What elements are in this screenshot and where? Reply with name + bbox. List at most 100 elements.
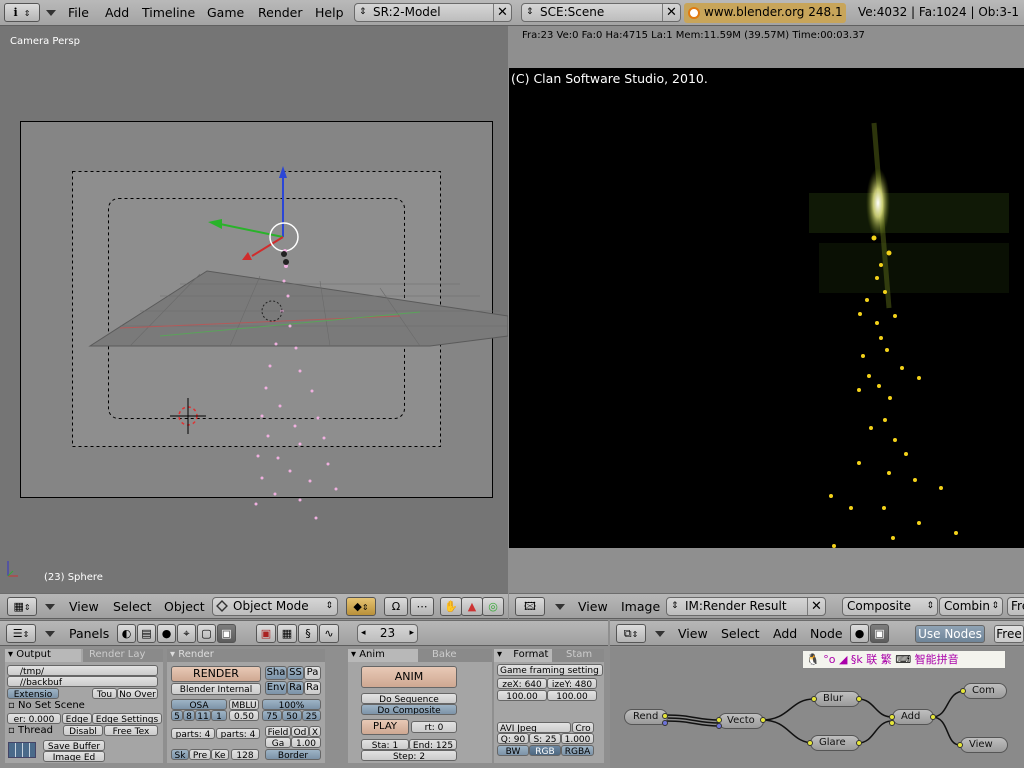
node-editor-icon[interactable]: ⧉⇕ — [616, 624, 646, 643]
node-blur[interactable]: Blur — [814, 691, 860, 707]
editing-context-icon[interactable]: ▢ — [197, 624, 216, 643]
buttons-window-icon[interactable]: ☰⇕ — [6, 624, 36, 643]
no-overwrite-toggle[interactable]: No Over — [117, 688, 158, 699]
frame-next-icon[interactable]: ▸ — [409, 625, 414, 642]
pivot-icon[interactable]: Ω — [384, 597, 408, 616]
rgb-toggle[interactable]: RGB — [529, 745, 561, 756]
disable-toggle[interactable]: Disabl — [63, 725, 103, 736]
anim-sub-icon[interactable]: ▦ — [277, 624, 297, 643]
use-nodes-toggle[interactable]: Use Nodes — [915, 625, 985, 643]
screen-selector[interactable]: ⇕ SR:2-Model ✕ — [354, 3, 512, 22]
layer-icon[interactable]: ⋯ — [410, 597, 434, 616]
render-tab[interactable]: ▾ Render — [167, 649, 325, 662]
do-sequence-toggle[interactable]: Do Sequence — [361, 693, 457, 704]
sky-toggle[interactable]: Sk — [171, 749, 189, 760]
material-nodes-icon[interactable]: ● — [850, 624, 869, 643]
menu-view[interactable]: View — [69, 599, 99, 614]
menu-select[interactable]: Select — [113, 599, 152, 614]
node-socket[interactable] — [716, 723, 722, 729]
osa-toggle[interactable]: OSA — [171, 699, 227, 710]
rotate-manipulator-icon[interactable]: ◎ — [482, 597, 504, 616]
envmap-toggle[interactable]: Env — [265, 681, 287, 695]
fps-field[interactable]: S: 25 — [529, 733, 561, 744]
percent-25[interactable]: 25 — [302, 710, 321, 721]
frame-prev-icon[interactable]: ◂ — [361, 625, 366, 642]
size-x-field[interactable]: zeX: 640 — [497, 678, 547, 689]
hand-icon[interactable]: ✋ — [440, 597, 462, 616]
radiosity-toggle[interactable]: Ra — [304, 681, 321, 695]
gauss-select[interactable]: Ga — [265, 737, 291, 748]
menu-node[interactable]: Node — [810, 626, 843, 641]
info-editor-icon[interactable]: i ⇕ — [4, 3, 40, 22]
size-select[interactable]: 128 — [231, 749, 259, 760]
collapse-arrow-icon[interactable] — [655, 631, 665, 637]
object-context-icon[interactable]: ⌖ — [177, 624, 196, 643]
anim-tab[interactable]: ▾ Anim — [348, 649, 418, 662]
close-icon[interactable]: ✕ — [807, 598, 825, 615]
collapse-arrow-icon[interactable] — [555, 604, 565, 610]
collapse-arrow-icon[interactable] — [45, 631, 55, 637]
collapse-arrow-icon[interactable] — [45, 604, 55, 610]
aspect-x-field[interactable]: 100.00 — [497, 690, 547, 701]
percent-toggle[interactable]: 100% — [262, 699, 321, 710]
image-editor-icon[interactable]: 🖾 — [515, 597, 545, 616]
render-button[interactable]: RENDER — [171, 666, 261, 682]
raytrace-toggle[interactable]: Ra — [287, 681, 304, 695]
shading-context-icon[interactable]: ● — [157, 624, 176, 643]
close-icon[interactable]: ✕ — [662, 4, 680, 21]
frame-counter[interactable]: ◂ 23 ▸ — [357, 624, 418, 643]
save-buffers-toggle[interactable]: Save Buffer — [43, 740, 105, 751]
backbuf-path-field[interactable]: //backbuf — [7, 676, 158, 687]
node-vector-blur[interactable]: Vecto — [718, 713, 764, 729]
collapse-arrow-icon[interactable] — [46, 10, 56, 16]
editor-type-grid-icon[interactable]: ▦⇕ — [7, 597, 37, 616]
edge-intensity-field[interactable]: er: 0.000 — [7, 713, 61, 724]
set-scene-select[interactable]: ▫ No Set Scene — [8, 700, 85, 711]
scene-context-icon[interactable]: ▣ — [217, 624, 236, 643]
script-context-icon[interactable]: ▤ — [137, 624, 156, 643]
node-editor[interactable]: 🐧 °o ◢ §k 联 繁 ⌨ 智能拼音 Rend Vecto Blur Gla… — [610, 647, 1024, 768]
mode-selector[interactable]: Object Mode ⇕ — [212, 597, 338, 616]
extra-button[interactable]: Free — [1007, 597, 1024, 616]
pass-selector[interactable]: Composite ⇕ — [842, 597, 938, 616]
translate-manipulator-icon[interactable]: ▲ — [461, 597, 483, 616]
x-toggle[interactable]: X — [309, 726, 321, 737]
do-composite-toggle[interactable]: Do Composite — [361, 704, 457, 715]
menu-game[interactable]: Game — [207, 5, 244, 20]
close-icon[interactable]: ✕ — [493, 4, 511, 21]
preset-select[interactable]: Game framing setting — [497, 664, 603, 676]
parts-x-field[interactable]: parts: 4 — [171, 728, 215, 739]
node-socket[interactable] — [807, 740, 813, 746]
layer-selector[interactable]: Combin ⇕ — [939, 597, 1003, 616]
mblur-toggle[interactable]: MBLU — [229, 699, 259, 710]
node-add[interactable]: Add — [892, 709, 934, 725]
percent-50[interactable]: 50 — [282, 710, 302, 721]
rgba-toggle[interactable]: RGBA — [561, 745, 594, 756]
menu-view[interactable]: View — [578, 599, 608, 614]
odd-toggle[interactable]: Od — [291, 726, 309, 737]
format-tab[interactable]: ▾ Format — [494, 649, 552, 662]
edge-settings-button[interactable]: Edge Settings — [92, 713, 162, 724]
output-tab[interactable]: ▾ Output — [5, 649, 81, 662]
rt-field[interactable]: rt: 0 — [411, 721, 457, 733]
percent-75[interactable]: 75 — [262, 710, 282, 721]
border-toggle[interactable]: Border — [265, 749, 321, 760]
node-socket[interactable] — [760, 717, 766, 723]
free-unused-button[interactable]: Free — [994, 625, 1024, 643]
node-socket[interactable] — [856, 740, 862, 746]
pano-toggle[interactable]: Pa — [304, 666, 321, 680]
gauss-value[interactable]: 1.00 — [291, 737, 321, 748]
extensions-toggle[interactable]: Extensio — [7, 688, 59, 699]
render-sub-icon[interactable]: ▣ — [256, 624, 276, 643]
world-sub-icon[interactable]: ∿ — [319, 624, 339, 643]
logic-context-icon[interactable]: ◐ — [117, 624, 136, 643]
draw-type-icon[interactable]: ◆⇕ — [346, 597, 376, 616]
touch-toggle[interactable]: Tou — [92, 688, 117, 699]
osa-5[interactable]: 5 — [171, 710, 183, 721]
start-frame-field[interactable]: Sta: 1 — [361, 739, 409, 750]
shadow-toggle[interactable]: Sha — [265, 666, 287, 680]
node-socket[interactable] — [930, 714, 936, 720]
node-socket[interactable] — [957, 742, 963, 748]
node-socket[interactable] — [811, 696, 817, 702]
node-glare[interactable]: Glare — [810, 735, 860, 751]
